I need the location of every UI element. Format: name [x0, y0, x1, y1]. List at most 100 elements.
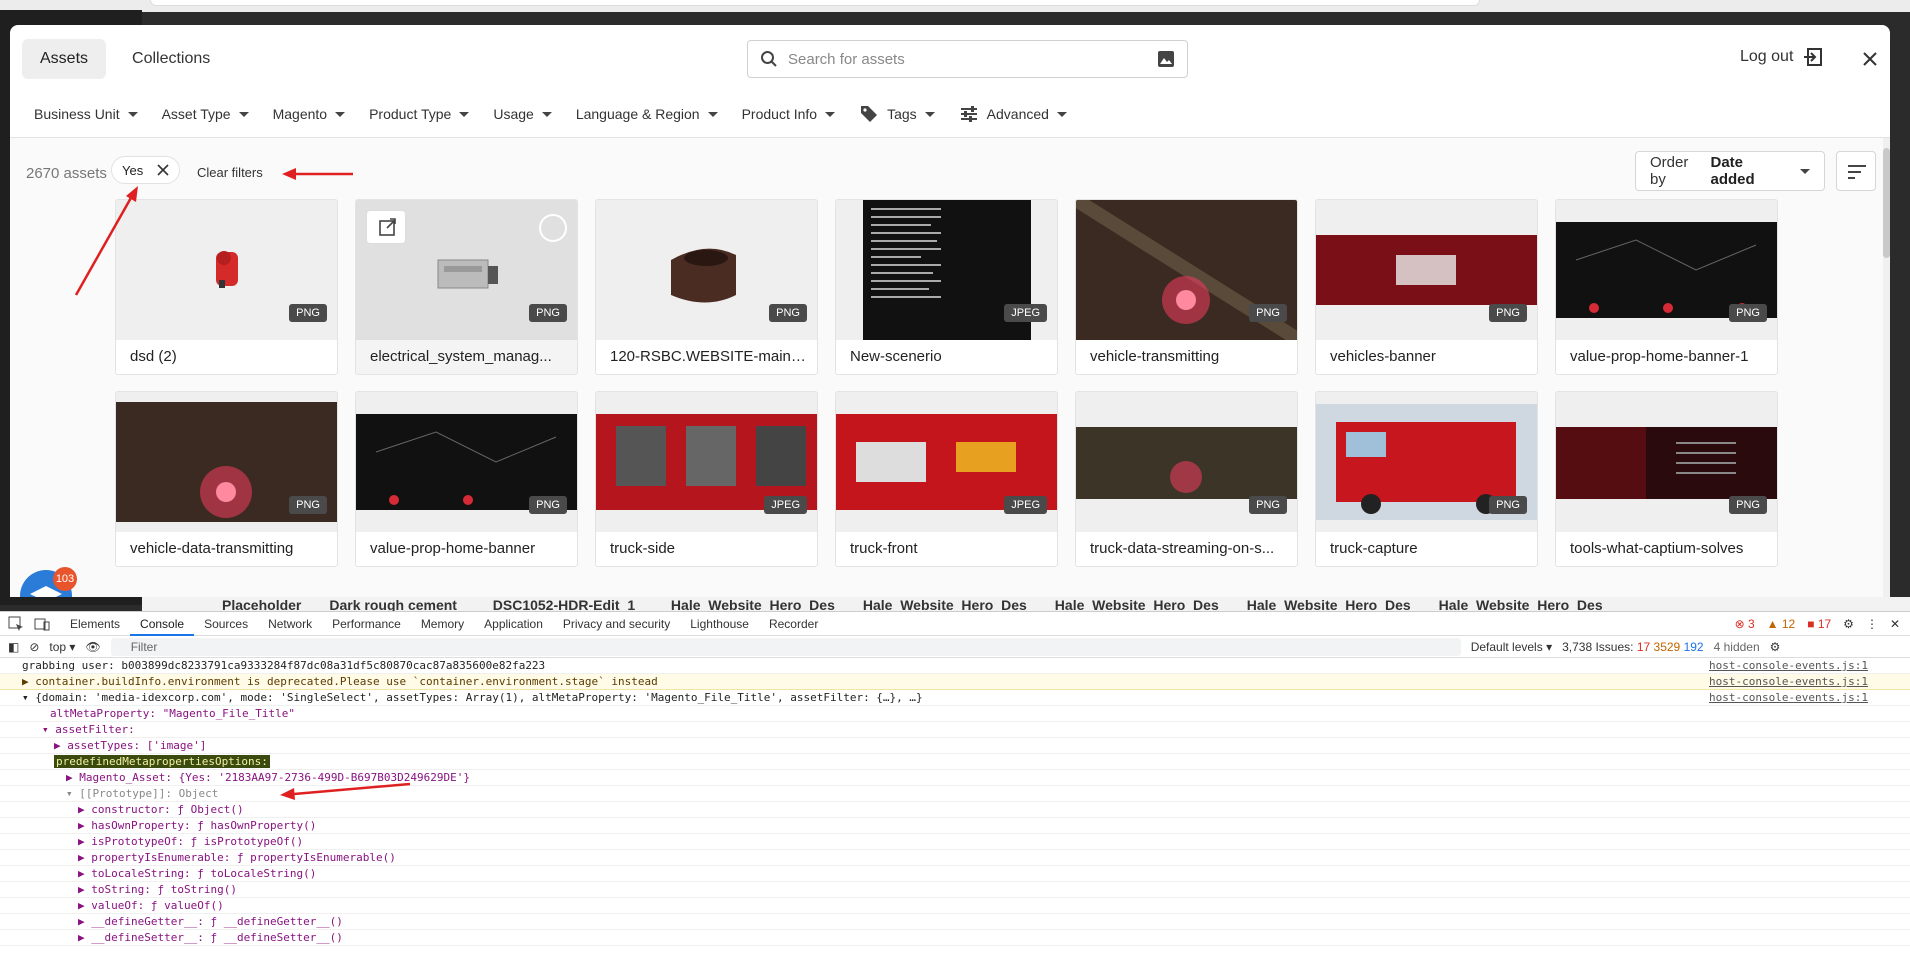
asset-card[interactable]: PNG truck-data-streaming-on-s...: [1075, 391, 1298, 567]
devtools-tab-sources[interactable]: Sources: [194, 612, 258, 636]
asset-card[interactable]: PNG value-prop-home-banner: [355, 391, 578, 567]
console-settings-icon[interactable]: ⚙: [1770, 640, 1781, 654]
chevron-down-icon: [335, 111, 346, 117]
close-icon[interactable]: [1858, 47, 1882, 71]
more-icon[interactable]: ⋮: [1866, 617, 1878, 631]
info-count[interactable]: ■ 17: [1807, 617, 1831, 631]
devtools-tab-lighthouse[interactable]: Lighthouse: [680, 612, 759, 636]
filter-label: Product Type: [369, 106, 452, 122]
filter-magento[interactable]: Magento: [273, 106, 346, 122]
console-source-link[interactable]: host-console-events.js:1: [1709, 690, 1868, 706]
devtools-tab-application[interactable]: Application: [474, 612, 553, 636]
asset-card[interactable]: JPEG truck-front: [835, 391, 1058, 567]
devtools-tab-privacy[interactable]: Privacy and security: [553, 612, 680, 636]
console-line[interactable]: ▶ __defineSetter__: ƒ __defineSetter__(): [0, 930, 1910, 946]
filter-usage[interactable]: Usage: [493, 106, 552, 122]
sort-icon: [1848, 165, 1866, 179]
clear-filters-link[interactable]: Clear filters: [197, 165, 263, 180]
sidebar-toggle-icon[interactable]: ◧: [8, 640, 19, 654]
search-box[interactable]: Search for assets: [747, 40, 1188, 78]
filter-label: Business Unit: [34, 106, 120, 122]
settings-icon[interactable]: ⚙: [1843, 617, 1854, 631]
scrollbar-thumb[interactable]: [1883, 148, 1890, 258]
asset-card[interactable]: PNG dsd (2): [115, 199, 338, 375]
console-line[interactable]: ▶ Magento_Asset: {Yes: '2183AA97-2736-49…: [0, 770, 1910, 786]
devtools-tab-elements[interactable]: Elements: [60, 612, 130, 636]
console-line[interactable]: ▶ hasOwnProperty: ƒ hasOwnProperty(): [0, 818, 1910, 834]
console-text: altMetaProperty: "Magento_File_Title": [50, 707, 296, 720]
console-line[interactable]: ▾ [[Prototype]]: Object: [0, 786, 1910, 802]
asset-card[interactable]: PNG electrical_system_manag...: [355, 199, 578, 375]
close-icon[interactable]: ✕: [1890, 617, 1900, 631]
console-text: ▶ constructor: ƒ Object(): [78, 803, 244, 816]
log-levels-select[interactable]: Default levels ▾: [1471, 640, 1552, 654]
scrollbar[interactable]: [1883, 138, 1890, 597]
filter-asset-type[interactable]: Asset Type: [162, 106, 249, 122]
eye-icon[interactable]: 👁: [85, 640, 100, 654]
search-input[interactable]: Search for assets: [778, 51, 1157, 68]
asset-card[interactable]: PNG vehicles-banner: [1315, 199, 1538, 375]
hidden-count: 4 hidden: [1713, 639, 1760, 654]
issue-count-info: 192: [1683, 639, 1704, 654]
image-search-icon[interactable]: [1157, 50, 1175, 68]
file-type-badge: PNG: [1729, 304, 1767, 322]
console-line[interactable]: ▶ propertyIsEnumerable: ƒ propertyIsEnum…: [0, 850, 1910, 866]
asset-card[interactable]: JPEG truck-side: [595, 391, 818, 567]
console-line[interactable]: ▶ assetTypes: ['image']: [0, 738, 1910, 754]
filter-label: Language & Region: [575, 106, 700, 122]
asset-card[interactable]: PNG vehicle-transmitting: [1075, 199, 1298, 375]
console-line[interactable]: ▶ __defineGetter__: ƒ __defineGetter__(): [0, 914, 1910, 930]
device-toggle-icon[interactable]: [34, 616, 50, 632]
devtools-tab-performance[interactable]: Performance: [322, 612, 411, 636]
console-line[interactable]: ▶ isPrototypeOf: ƒ isPrototypeOf(): [0, 834, 1910, 850]
asset-card[interactable]: PNG value-prop-home-banner-1: [1555, 199, 1778, 375]
devtools-tab-console[interactable]: Console: [130, 612, 195, 636]
sort-direction-button[interactable]: [1836, 151, 1876, 191]
console-text: ▶ container.buildInfo.environment is dep…: [22, 675, 658, 688]
issues-summary[interactable]: 3,738 Issues: 17 3529 192: [1562, 640, 1704, 654]
error-count[interactable]: ⊗ 3: [1735, 617, 1755, 631]
console-line[interactable]: ▶ valueOf: ƒ valueOf(): [0, 898, 1910, 914]
devtools-tab-network[interactable]: Network: [258, 612, 322, 636]
asset-card[interactable]: PNG tools-what-captium-solves: [1555, 391, 1778, 567]
console-line[interactable]: ▶ toLocaleString: ƒ toLocaleString(): [0, 866, 1910, 882]
asset-card[interactable]: JPEG New-scenerio: [835, 199, 1058, 375]
filter-tags[interactable]: Tags: [859, 104, 935, 124]
chevron-down-icon: [238, 111, 249, 117]
chevron-down-icon: [825, 111, 836, 117]
filter-language-region[interactable]: Language & Region: [576, 106, 718, 122]
logout-button[interactable]: Log out: [1740, 47, 1823, 67]
filter-product-type[interactable]: Product Type: [369, 106, 470, 122]
tab-collections[interactable]: Collections: [114, 39, 228, 79]
filter-business-unit[interactable]: Business Unit: [34, 106, 138, 122]
console-line[interactable]: ▾ assetFilter:: [0, 722, 1910, 738]
console-source-link[interactable]: host-console-events.js:1: [1709, 674, 1868, 690]
asset-title: dsd (2): [130, 348, 177, 365]
console-line[interactable]: ▾ {domain: 'media-idexcorp.com', mode: '…: [0, 690, 1910, 706]
console-line[interactable]: predefinedMetapropertiesOptions:: [0, 754, 1910, 770]
open-in-new-icon[interactable]: [366, 210, 406, 244]
console-line[interactable]: ▶ toString: ƒ toString(): [0, 882, 1910, 898]
console-text: ▶ toString: ƒ toString(): [78, 883, 237, 896]
background-title: Placeholder: [222, 597, 302, 611]
tab-assets[interactable]: Assets: [22, 39, 107, 79]
filter-chip[interactable]: Yes: [111, 156, 181, 184]
context-select[interactable]: top ▾: [49, 640, 75, 654]
order-by-select[interactable]: Order by Date added: [1635, 151, 1825, 191]
console-filter-input[interactable]: Filter: [110, 637, 1461, 656]
asset-card[interactable]: PNG truck-capture: [1315, 391, 1538, 567]
asset-card[interactable]: PNG vehicle-data-transmitting: [115, 391, 338, 567]
select-checkbox[interactable]: [539, 214, 567, 242]
warning-count[interactable]: ▲ 12: [1767, 617, 1796, 631]
clear-console-icon[interactable]: ⊘: [29, 640, 39, 654]
console-line[interactable]: ▶ constructor: ƒ Object(): [0, 802, 1910, 818]
filter-advanced[interactable]: Advanced: [959, 104, 1067, 124]
asset-card[interactable]: PNG 120-RSBC.WEBSITE-main-...: [595, 199, 818, 375]
filter-product-info[interactable]: Product Info: [742, 106, 836, 122]
info-count-value: 17: [1817, 617, 1832, 631]
devtools-tab-recorder[interactable]: Recorder: [759, 612, 828, 636]
close-icon[interactable]: [157, 164, 169, 176]
devtools-tab-memory[interactable]: Memory: [411, 612, 474, 636]
console-source-link[interactable]: host-console-events.js:1: [1709, 658, 1868, 674]
inspect-icon[interactable]: [8, 616, 24, 632]
